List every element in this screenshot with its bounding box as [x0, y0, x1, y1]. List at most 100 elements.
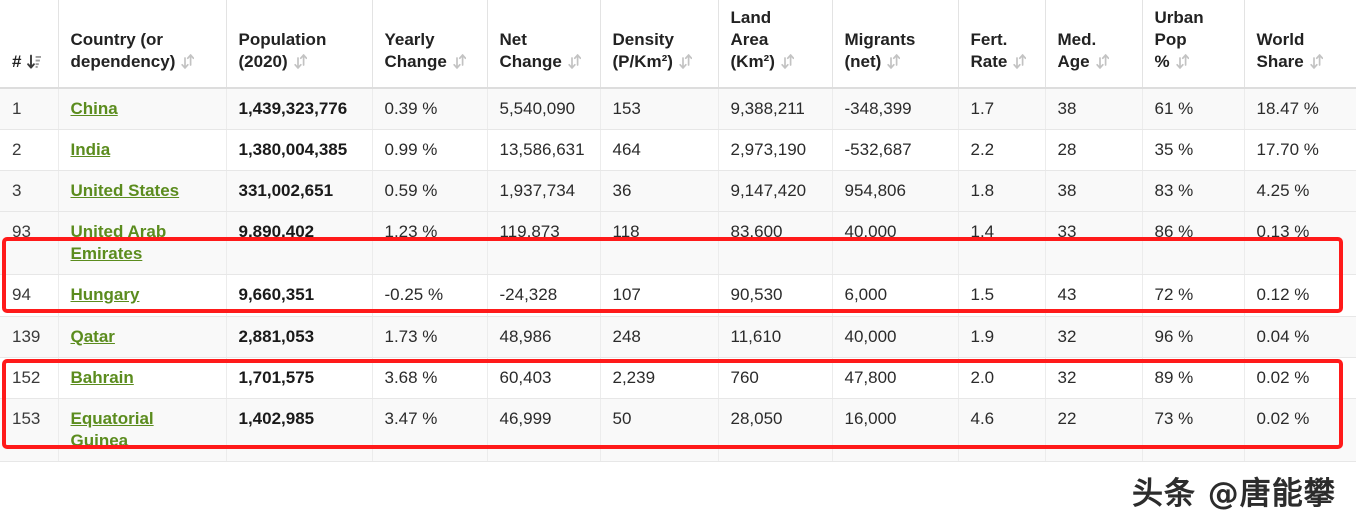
- cell-worldshare: 4.25 %: [1244, 170, 1356, 213]
- cell-rank: 1: [0, 88, 59, 131]
- country-link[interactable]: India: [71, 140, 111, 159]
- cell-urbanpop: 89 %: [1142, 357, 1245, 399]
- column-header-line: Age: [1057, 51, 1090, 71]
- cell-value: 16,000: [844, 408, 897, 428]
- column-header-rank[interactable]: #: [0, 0, 59, 89]
- column-header-country[interactable]: Country (or dependency): [58, 0, 227, 89]
- sort-both-icon[interactable]: [181, 54, 195, 69]
- cell-landarea: 2,973,190: [718, 129, 833, 172]
- cell-fert: 1.5: [958, 274, 1046, 317]
- sort-both-icon[interactable]: [1310, 54, 1323, 69]
- cell-country: Hungary: [58, 274, 227, 317]
- cell-country: Qatar: [58, 316, 227, 358]
- cell-migrants: 6,000: [832, 274, 959, 317]
- country-link[interactable]: Qatar: [71, 327, 115, 346]
- sort-both-icon[interactable]: [781, 54, 794, 69]
- cell-medage: 22: [1045, 398, 1143, 462]
- cell-value: 464: [612, 140, 641, 160]
- cell-value: 72 %: [1154, 285, 1194, 305]
- cell-value: 60,403: [499, 367, 552, 387]
- sort-both-icon[interactable]: [568, 54, 581, 69]
- cell-value: 3: [12, 181, 22, 201]
- sort-both-icon[interactable]: [293, 54, 307, 69]
- sort-both-icon[interactable]: [453, 54, 466, 69]
- cell-medage: 38: [1045, 88, 1143, 131]
- cell-fert: 1.4: [958, 211, 1046, 276]
- column-header-line: (P/Km²): [612, 51, 673, 71]
- cell-density: 36: [600, 170, 719, 213]
- sort-both-icon[interactable]: [887, 54, 901, 69]
- cell-medage: 33: [1045, 211, 1143, 276]
- table-row: 153 Equatorial Guinea 1,402,985 3.47 % 46,99…: [0, 398, 1356, 462]
- cell-fert: 2.2: [958, 129, 1046, 172]
- cell-value: 1.5: [970, 285, 995, 305]
- cell-value: 153: [12, 408, 41, 428]
- column-header-medage[interactable]: Med. Age: [1045, 0, 1143, 89]
- sort-both-icon[interactable]: [1095, 54, 1109, 69]
- cell-value: 94: [12, 285, 31, 305]
- column-header-line: #: [12, 51, 22, 71]
- cell-country: Bahrain: [58, 357, 227, 399]
- country-link[interactable]: China: [71, 99, 118, 118]
- cell-density: 153: [600, 88, 719, 131]
- cell-value: 1.8: [970, 181, 995, 201]
- country-link[interactable]: United Arab Emirates: [71, 222, 167, 263]
- column-header-netchange[interactable]: Net Change: [487, 0, 601, 89]
- column-header-landarea[interactable]: Land Area (Km²): [718, 0, 833, 89]
- column-header-line: (net): [844, 51, 882, 71]
- cell-urbanpop: 83 %: [1142, 170, 1245, 213]
- column-header-line: Fert.: [970, 29, 1008, 49]
- column-header-yearly[interactable]: Yearly Change: [372, 0, 488, 89]
- cell-value: 9,147,420: [730, 181, 807, 201]
- sort-both-icon[interactable]: [679, 54, 692, 69]
- country-link[interactable]: Hungary: [71, 285, 140, 304]
- column-header-line: World: [1256, 29, 1305, 49]
- cell-value: 9,890,402: [238, 222, 315, 242]
- cell-value: 4.6: [970, 408, 995, 428]
- cell-value: 2,881,053: [238, 326, 315, 346]
- cell-rank: 152: [0, 357, 59, 399]
- cell-value: 5,540,090: [499, 99, 576, 118]
- cell-rank: 93: [0, 211, 59, 276]
- cell-netchange: 119,873: [487, 211, 601, 276]
- sort-desc-icon[interactable]: [27, 54, 42, 69]
- cell-yearly: 1.73 %: [372, 316, 488, 358]
- cell-value: 43: [1057, 285, 1077, 305]
- column-header-worldshare[interactable]: World Share: [1244, 0, 1356, 89]
- cell-rank: 139: [0, 316, 59, 358]
- cell-value: 48,986: [499, 326, 552, 346]
- column-header-line: Density: [612, 29, 674, 49]
- cell-value: 118: [612, 222, 640, 242]
- sort-both-icon[interactable]: [1175, 54, 1189, 69]
- column-header-fert[interactable]: Fert. Rate: [958, 0, 1046, 89]
- cell-value: 760: [730, 367, 759, 387]
- cell-population: 331,002,651: [226, 170, 373, 213]
- cell-yearly: 0.39 %: [372, 88, 488, 131]
- column-header-line: %: [1154, 51, 1170, 71]
- cell-value: 4.25 %: [1256, 181, 1310, 201]
- cell-value: 1,439,323,776: [238, 99, 348, 118]
- column-header-line: Population: [238, 29, 327, 49]
- cell-value: 2.2: [970, 140, 995, 160]
- cell-netchange: 1,937,734: [487, 170, 601, 213]
- table-row: 94 Hungary 9,660,351 -0.25 % -24,328 107 90,53…: [0, 274, 1356, 317]
- cell-value: 954,806: [844, 181, 906, 201]
- column-header-urbanpop[interactable]: Urban Pop%: [1142, 0, 1245, 89]
- column-header-migrants[interactable]: Migrants (net): [832, 0, 959, 89]
- cell-yearly: 3.68 %: [372, 357, 488, 399]
- cell-urbanpop: 35 %: [1142, 129, 1245, 172]
- country-link[interactable]: Equatorial Guinea: [71, 409, 154, 450]
- cell-migrants: 40,000: [832, 211, 959, 276]
- sort-both-icon[interactable]: [1013, 54, 1027, 69]
- cell-netchange: 46,999: [487, 398, 601, 462]
- column-header-density[interactable]: Density (P/Km²): [600, 0, 719, 89]
- cell-value: 1: [12, 99, 22, 118]
- country-link[interactable]: United States: [71, 181, 180, 200]
- column-header-population[interactable]: Population (2020): [226, 0, 373, 89]
- cell-population: 9,660,351: [226, 274, 373, 317]
- cell-yearly: 0.99 %: [372, 129, 488, 172]
- column-header-line: (Km²): [730, 51, 775, 71]
- cell-landarea: 11,610: [718, 316, 833, 358]
- cell-value: 40,000: [844, 222, 897, 242]
- country-link[interactable]: Bahrain: [71, 368, 134, 387]
